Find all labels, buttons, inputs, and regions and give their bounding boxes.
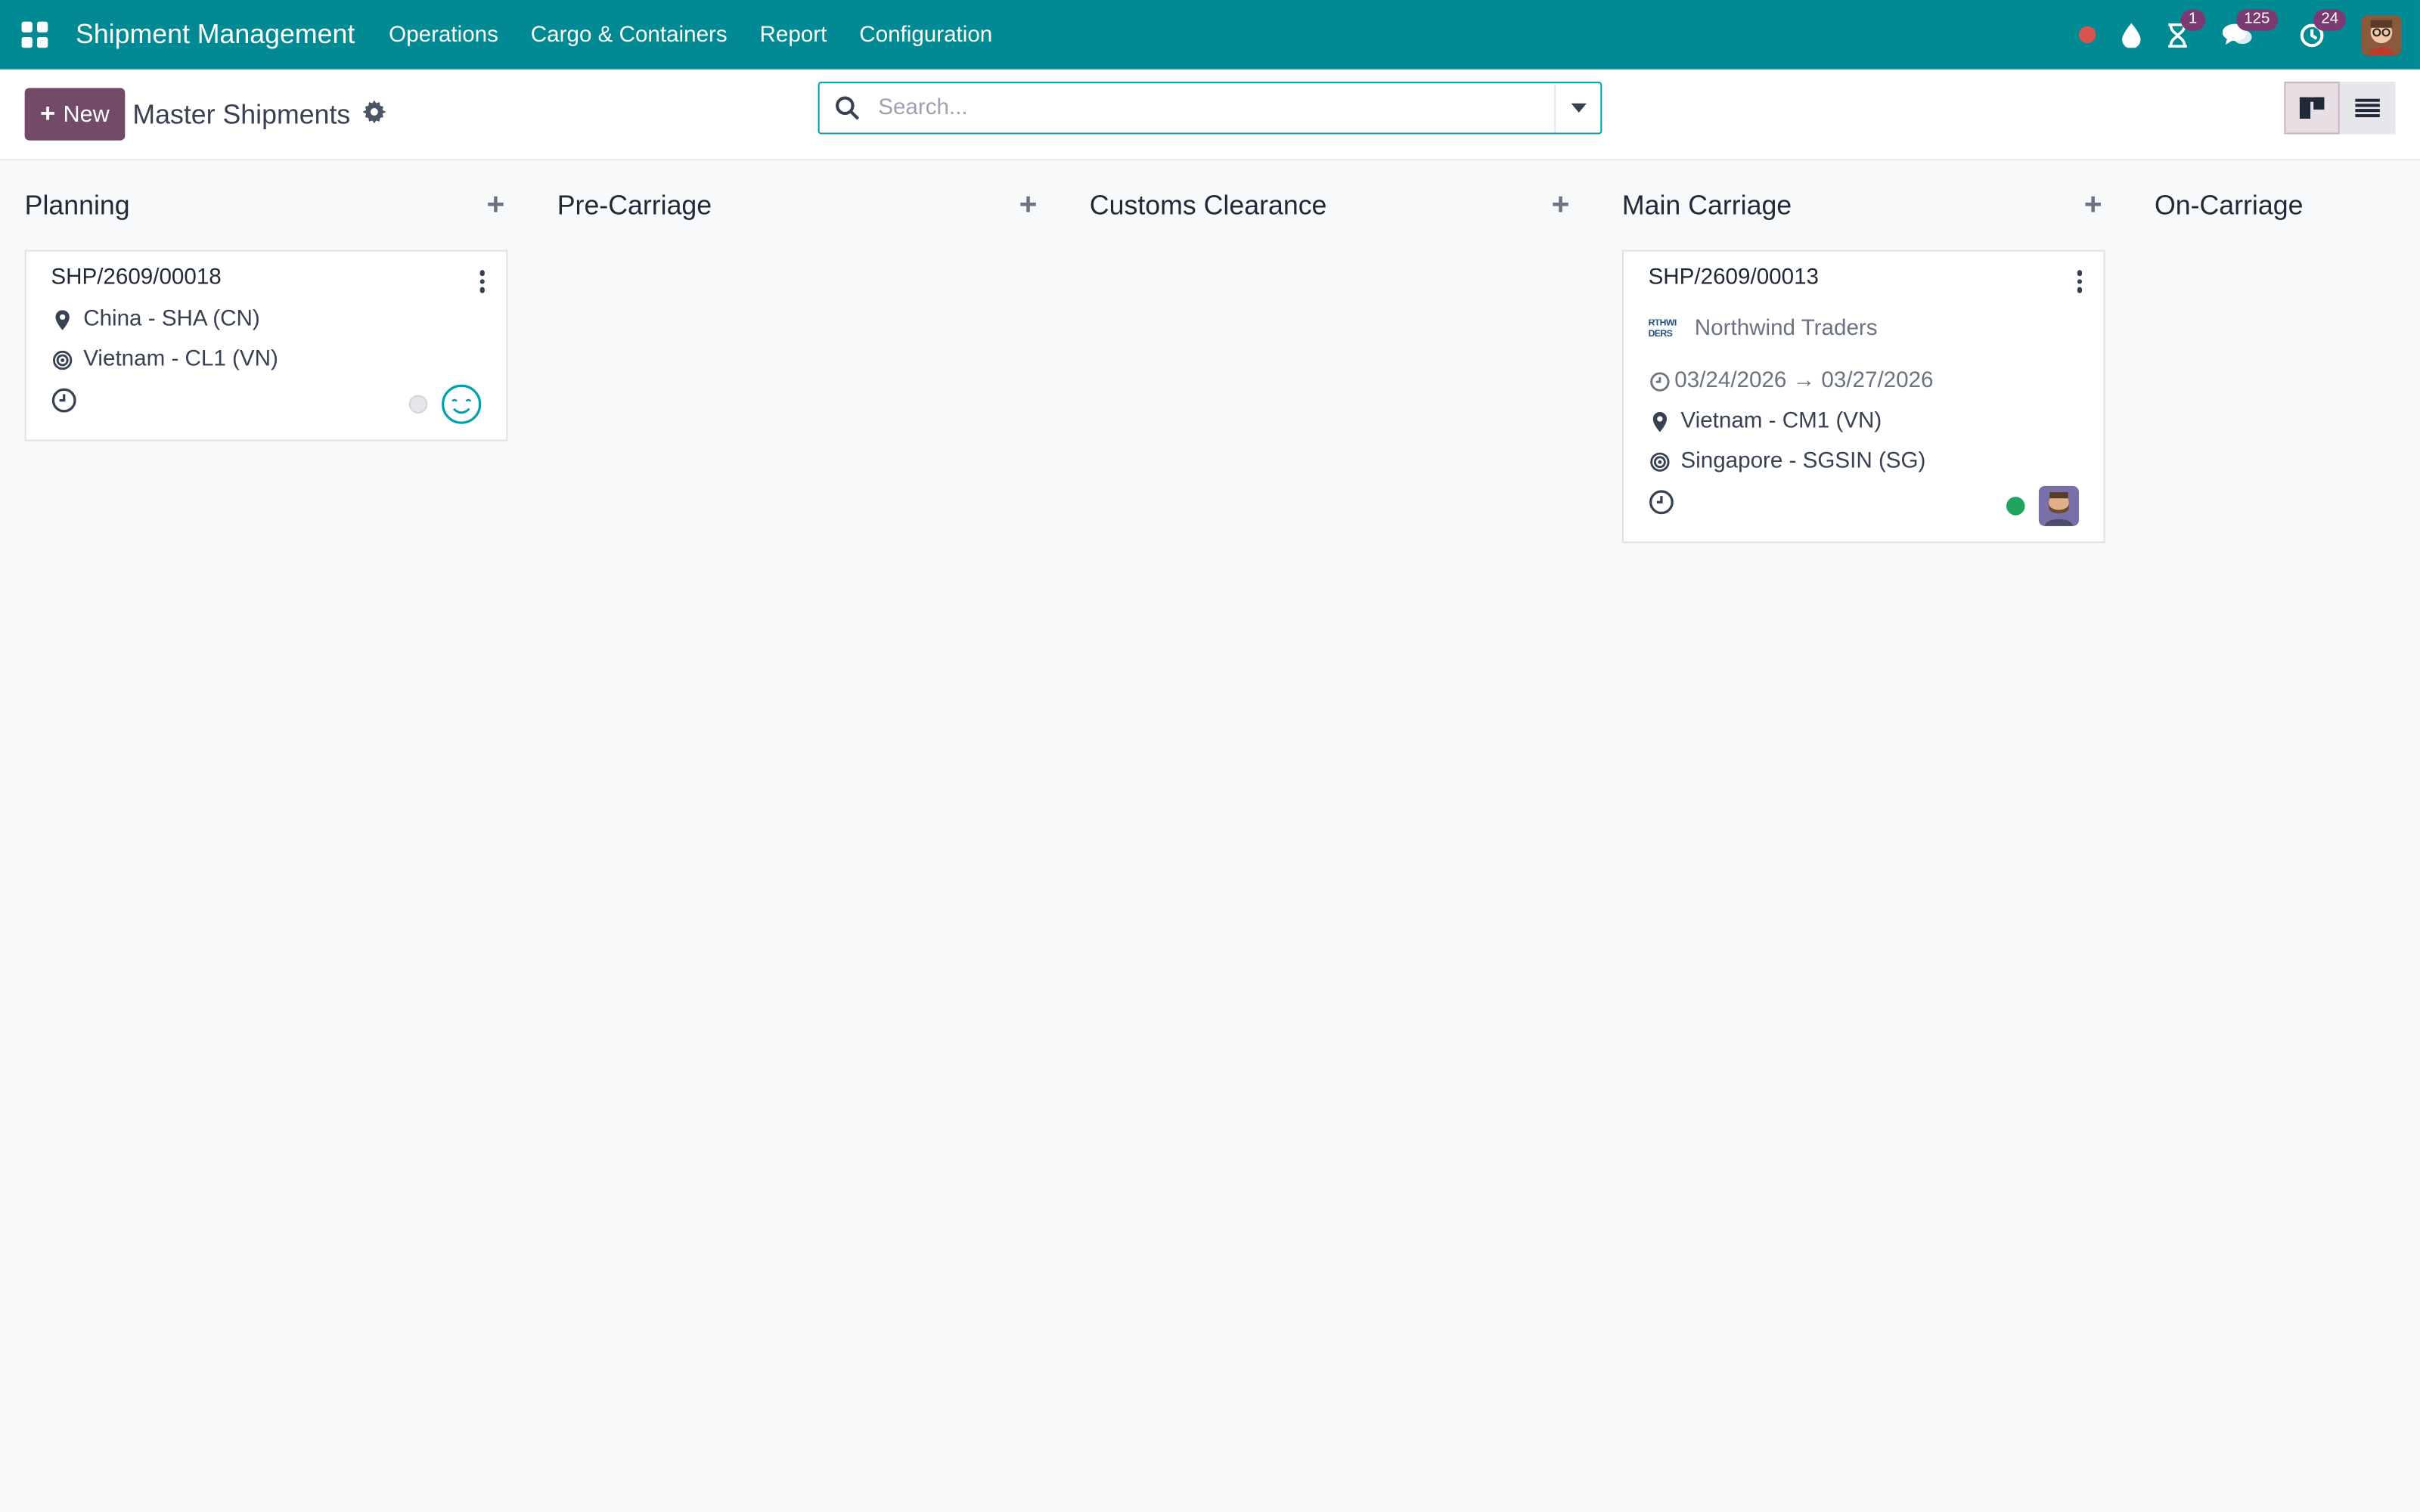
activities-badge: 1 xyxy=(2180,8,2205,30)
menu-cargo-containers[interactable]: Cargo & Containers xyxy=(531,23,728,48)
smile-icon[interactable] xyxy=(442,384,482,424)
list-icon xyxy=(2355,98,2380,118)
card-footer xyxy=(1649,485,2079,526)
card-menu-icon[interactable] xyxy=(2076,270,2083,293)
app-title[interactable]: Shipment Management xyxy=(76,18,355,51)
column-title: Main Carriage xyxy=(1621,188,1792,220)
kanban-view-button[interactable] xyxy=(2284,82,2340,135)
search-icon xyxy=(836,96,860,120)
list-view-button[interactable] xyxy=(2339,82,2396,135)
kanban-board: Planning + SHP/2609/00018 China - SHA (C… xyxy=(24,160,2420,544)
plus-icon: + xyxy=(40,98,56,129)
gear-icon[interactable] xyxy=(362,99,386,129)
destination-port: Vietnam - CL1 (VN) xyxy=(83,347,278,372)
updates-badge: 24 xyxy=(2313,8,2347,30)
column-title: Customs Clearance xyxy=(1089,188,1327,220)
destination-row: Vietnam - CL1 (VN) xyxy=(51,347,481,372)
messages-badge: 125 xyxy=(2236,8,2278,30)
quick-create-icon[interactable]: + xyxy=(2084,187,2102,223)
menu-operations[interactable]: Operations xyxy=(389,23,498,48)
systray: 1 125 24 xyxy=(2052,8,2402,55)
origin-port: China - SHA (CN) xyxy=(83,307,260,332)
updates-icon[interactable]: 24 xyxy=(2300,8,2347,48)
shipment-reference: SHP/2609/00013 xyxy=(1648,265,1819,290)
column-title: On-Carriage xyxy=(2154,188,2304,220)
quick-create-icon[interactable]: + xyxy=(486,187,504,223)
app-root: Shipment Management Operations Cargo & C… xyxy=(0,0,2420,1512)
partner-name: Northwind Traders xyxy=(1694,316,1878,342)
kanban-column-on-carriage: On-Carriage xyxy=(2155,160,2420,543)
column-header: Pre-Carriage + xyxy=(557,160,1041,249)
quick-create-icon[interactable]: + xyxy=(1552,187,1570,223)
search-options-toggle[interactable] xyxy=(1554,83,1600,133)
column-header: On-Carriage xyxy=(2155,160,2420,249)
column-title: Pre-Carriage xyxy=(557,188,712,220)
kanban-column-main-carriage: Main Carriage + SHP/2609/00013 RTHWI DER… xyxy=(1621,160,2105,544)
clock-icon[interactable] xyxy=(1649,489,1675,523)
map-marker-icon xyxy=(1649,411,1671,432)
card-footer-right xyxy=(408,384,482,424)
date-range: 03/24/2026 → 03/27/2026 xyxy=(1674,368,1934,394)
quick-create-icon[interactable]: + xyxy=(1019,187,1038,223)
kanban-column-pre-carriage: Pre-Carriage + xyxy=(557,160,1041,543)
search-input[interactable] xyxy=(878,95,1555,121)
user-avatar[interactable] xyxy=(2361,14,2402,55)
shipment-reference: SHP/2609/00018 xyxy=(51,265,222,290)
card-menu-icon[interactable] xyxy=(479,270,485,293)
menu-configuration[interactable]: Configuration xyxy=(859,23,992,48)
apps-menu-icon[interactable] xyxy=(21,21,48,48)
dates-row: 03/24/2026 → 03/27/2026 xyxy=(1649,368,2079,394)
assignee-avatar[interactable] xyxy=(2038,485,2079,526)
target-icon xyxy=(1649,451,1671,472)
view-switcher xyxy=(2284,82,2396,135)
column-header: Main Carriage + xyxy=(1622,160,2105,249)
column-title: Planning xyxy=(24,188,130,220)
activities-icon[interactable]: 1 xyxy=(2167,8,2205,48)
destination-row: Singapore - SGSIN (SG) xyxy=(1649,449,2079,474)
clock-icon[interactable] xyxy=(51,387,77,421)
origin-row: Vietnam - CM1 (VN) xyxy=(1649,408,2079,434)
target-icon xyxy=(51,349,73,370)
destination-port: Singapore - SGSIN (SG) xyxy=(1680,448,1926,474)
page-title: Master Shipments xyxy=(132,98,351,129)
new-button-label: New xyxy=(63,101,110,128)
caret-down-icon xyxy=(1570,103,1586,113)
search-bar xyxy=(818,82,1602,135)
card-footer xyxy=(51,384,482,424)
kanban-card[interactable]: SHP/2609/00018 China - SHA (CN) Vietnam … xyxy=(24,249,508,442)
column-header: Planning + xyxy=(25,160,508,249)
kanban-column-planning: Planning + SHP/2609/00018 China - SHA (C… xyxy=(24,160,508,543)
drop-icon[interactable] xyxy=(2122,22,2141,48)
origin-row: China - SHA (CN) xyxy=(51,307,481,332)
new-button[interactable]: + New xyxy=(24,88,126,141)
menu-report[interactable]: Report xyxy=(760,23,827,48)
partner-logo: RTHWI DERS xyxy=(1648,319,1677,338)
kanban-card[interactable]: SHP/2609/00013 RTHWI DERS Northwind Trad… xyxy=(1621,249,2105,544)
origin-port: Vietnam - CM1 (VN) xyxy=(1680,408,1882,434)
clock-icon xyxy=(1649,371,1671,392)
card-footer-right xyxy=(2006,485,2079,526)
messages-icon[interactable]: 125 xyxy=(2222,8,2278,48)
top-navbar: Shipment Management Operations Cargo & C… xyxy=(0,0,2420,70)
map-marker-icon xyxy=(51,309,73,330)
recording-icon[interactable] xyxy=(2078,26,2096,44)
kanban-column-customs-clearance: Customs Clearance + xyxy=(1090,160,1573,543)
control-panel: + New Master Shipments xyxy=(0,69,2420,161)
status-dot[interactable] xyxy=(408,395,428,414)
status-dot[interactable] xyxy=(2006,497,2025,516)
partner-row: RTHWI DERS Northwind Traders xyxy=(1649,316,2079,341)
column-header: Customs Clearance + xyxy=(1090,160,1573,249)
kanban-icon xyxy=(2299,97,2325,119)
